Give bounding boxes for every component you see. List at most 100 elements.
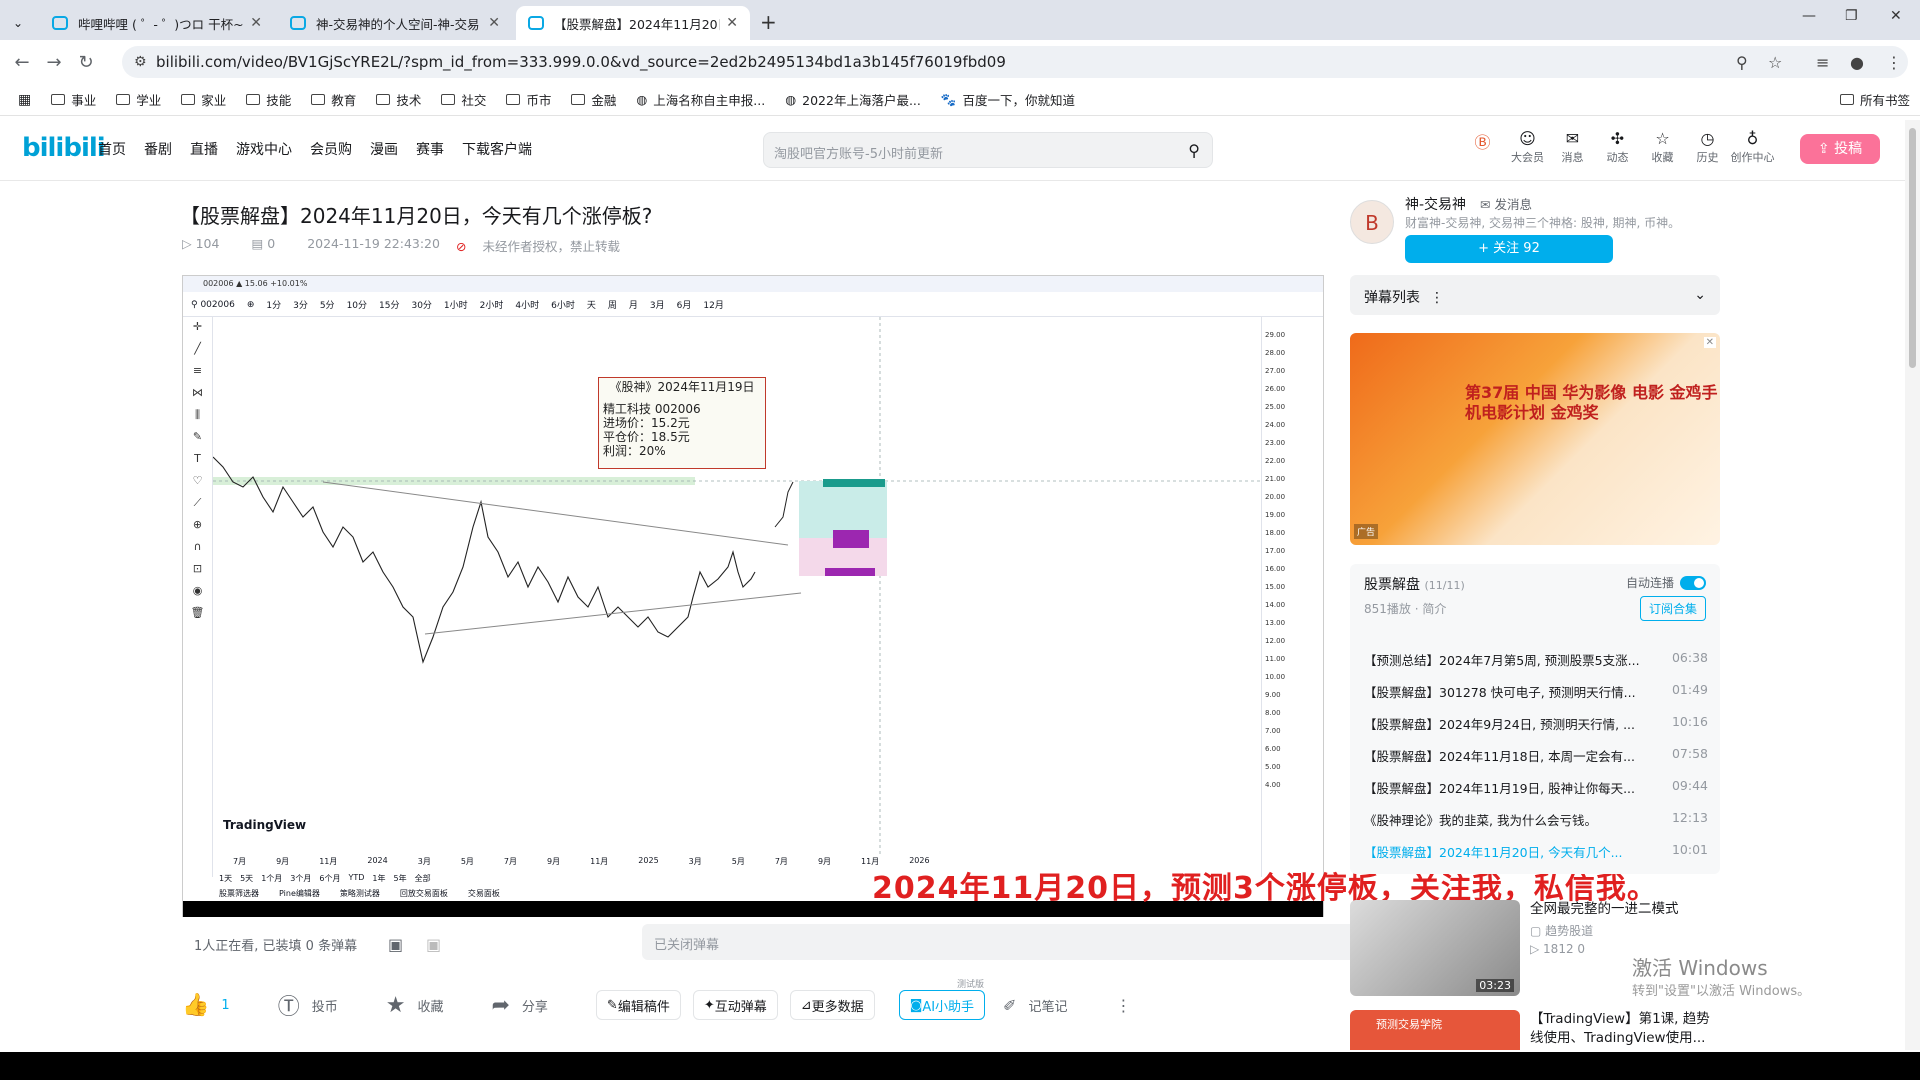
bookmark-folder[interactable]: 事业 — [51, 90, 96, 109]
close-window-icon[interactable]: ✕ — [1890, 8, 1902, 24]
new-tab-button[interactable]: + — [760, 10, 777, 34]
share-button[interactable]: ➦ 分享 — [491, 993, 547, 1018]
coin-button[interactable]: Ⓣ 投币 — [278, 989, 338, 1021]
tv-window-titlebar: 002006 ▲ 15.06 +10.01% — [183, 276, 1323, 292]
subscribe-collection-button[interactable]: 订阅合集 — [1639, 596, 1706, 621]
search-icon[interactable]: ⚲ — [1188, 141, 1200, 160]
like-button[interactable]: 👍 1 — [182, 993, 230, 1018]
close-tab-icon[interactable]: ✕ — [488, 15, 500, 31]
avatar[interactable]: Ⓑ — [1460, 129, 1505, 165]
bookmark-folder[interactable]: 金融 — [571, 90, 616, 109]
bookmark-link[interactable]: ◍ 2022年上海落户最... — [785, 90, 921, 109]
ad-banner[interactable]: 第37届 中国 华为影像 电影 金鸡手机电影计划 金鸡奖 广告 ✕ — [1350, 333, 1720, 545]
tv-mid-label — [833, 530, 869, 548]
url-field[interactable]: ⚙ bilibili.com/video/BV1GjScYRE2L/?spm_i… — [122, 46, 1908, 78]
browser-tab-1[interactable]: 哔哩哔哩 ( ゜- ゜)つロ 干杯~-bi ✕ — [40, 6, 274, 40]
forward-icon[interactable]: → — [38, 52, 70, 73]
edit-video-button[interactable]: ✎ 编辑稿件 — [595, 990, 681, 1020]
list-item[interactable]: 【股票解盘】2024年11月19日, 股神让你每天... 09:44 — [1364, 778, 1708, 797]
reading-list-icon[interactable]: ≡ — [1816, 53, 1829, 72]
rec-title[interactable]: 全网最完整的一进二模式 — [1530, 900, 1715, 919]
nav-games[interactable]: 游戏中心 — [236, 139, 292, 159]
nav-esports[interactable]: 赛事 — [416, 139, 444, 159]
tv-long-position-profit — [799, 481, 887, 538]
video-thumbnail[interactable]: 预测交易学院 — [1350, 1010, 1520, 1050]
menu-dots-icon[interactable]: ⋮ — [1886, 53, 1902, 72]
danmaku-settings-icon[interactable]: ▣ — [426, 935, 441, 954]
minimize-icon[interactable]: — — [1802, 8, 1816, 24]
bookmark-folder[interactable]: 家业 — [181, 90, 226, 109]
header-creator[interactable]: ♁ 创作中心 — [1730, 129, 1775, 165]
uploader-avatar[interactable]: B — [1350, 200, 1394, 244]
profile-avatar-icon[interactable]: ● — [1850, 53, 1864, 72]
bilibili-logo[interactable]: bilibili — [22, 133, 106, 163]
danmaku-toggle-icon[interactable]: ▣ — [388, 935, 403, 954]
user-avatar-icon: Ⓑ — [1474, 133, 1491, 152]
bookmark-folder[interactable]: 社交 — [441, 90, 486, 109]
bookmark-folder[interactable]: 币市 — [506, 90, 551, 109]
header-history[interactable]: ◷ 历史 — [1685, 129, 1730, 165]
site-info-icon[interactable]: ⚙ — [134, 54, 147, 70]
list-item[interactable]: 【股票解盘】301278 快可电子, 预测明天行情... 01:49 — [1364, 682, 1708, 701]
favorite-button[interactable]: ★ 收藏 — [386, 993, 444, 1018]
danmaku-list-toggle[interactable]: 弹幕列表 ⋮ ⌄ — [1350, 275, 1720, 315]
close-tab-icon[interactable]: ✕ — [250, 15, 262, 31]
page-scrollbar[interactable] — [1905, 120, 1920, 1050]
video-player[interactable]: 002006 ▲ 15.06 +10.01% ⚲ 002006 ⊕ 1分 3分 5分 1… — [182, 275, 1324, 917]
list-item[interactable]: 《股神理论》我的韭菜, 我为什么会亏钱。 12:13 — [1364, 810, 1708, 829]
close-tab-icon[interactable]: ✕ — [726, 15, 738, 31]
bookmark-folder[interactable]: 学业 — [116, 90, 161, 109]
nav-manga[interactable]: 漫画 — [370, 139, 398, 159]
bookmark-star-icon[interactable]: ☆ — [1768, 53, 1782, 72]
ai-assistant-button[interactable]: ◙ AI小助手 测试版 — [898, 980, 986, 1020]
back-icon[interactable]: ← — [6, 52, 38, 73]
upload-button[interactable]: ⇪ 投稿 — [1800, 134, 1880, 164]
apps-grid-icon[interactable]: ▦ — [18, 92, 31, 108]
bookmark-link[interactable]: ◍ 上海名称自主申报... — [636, 90, 765, 109]
browser-tab-2[interactable]: 神-交易神的个人空间-神-交易 ✕ — [278, 6, 512, 40]
list-item[interactable]: 【股票解盘】2024年11月18日, 本周一定会有... 07:58 — [1364, 746, 1708, 765]
follow-button[interactable]: + 关注 92 — [1405, 235, 1613, 263]
bookmark-link[interactable]: 🐾 百度一下，你就知道 — [941, 90, 1075, 109]
browser-tab-3[interactable]: 【股票解盘】2024年11月20日 ✕ — [516, 6, 750, 40]
note-button[interactable]: ✐ 记笔记 — [1003, 996, 1067, 1015]
nav-shop[interactable]: 会员购 — [310, 139, 352, 159]
bookmark-folder[interactable]: 教育 — [311, 90, 356, 109]
search-page-icon[interactable]: ⚲ — [1736, 53, 1748, 72]
tab-search-dropdown[interactable]: ⌄ — [0, 6, 36, 40]
more-data-button[interactable]: ⊿ 更多数据 — [789, 990, 875, 1020]
reload-icon[interactable]: ↻ — [70, 52, 102, 73]
autoplay-toggle[interactable]: 自动连播 — [1626, 574, 1706, 591]
message-icon: ✉ — [1565, 129, 1580, 148]
uploader-name[interactable]: 神-交易神 — [1405, 194, 1466, 214]
toggle-switch[interactable] — [1680, 575, 1706, 590]
header-feed[interactable]: ✣ 动态 — [1595, 129, 1640, 165]
folder-icon — [311, 94, 326, 105]
interactive-danmaku-button[interactable]: ✦ 互动弹幕 — [692, 990, 778, 1020]
rec-title[interactable]: 【TradingView】第1课, 趋势线使用、TradingView使用... — [1530, 1010, 1715, 1048]
bookmark-folder[interactable]: 技术 — [376, 90, 421, 109]
header-favorites[interactable]: ☆ 收藏 — [1640, 129, 1685, 165]
tv-add-icon: ⊕ — [246, 299, 255, 310]
nav-home[interactable]: 首页 — [98, 139, 126, 159]
list-item-current[interactable]: 【股票解盘】2024年11月20日, 今天有几个... 10:01 — [1364, 842, 1708, 861]
close-ad-icon[interactable]: ✕ — [1703, 337, 1716, 348]
all-bookmarks[interactable]: 所有书签 — [1839, 90, 1910, 109]
bookmark-folder[interactable]: 技能 — [246, 90, 291, 109]
list-item[interactable]: 【股票解盘】2024年9月24日, 预测明天行情, ... 10:16 — [1364, 714, 1708, 733]
nav-live[interactable]: 直播 — [190, 139, 218, 159]
crosshair-icon: ✛ — [192, 320, 203, 333]
nav-anime[interactable]: 番剧 — [144, 139, 172, 159]
video-thumbnail[interactable]: 03:23 — [1350, 900, 1520, 996]
search-input[interactable]: 淘股吧官方账号-5小时前更新 ⚲ — [763, 132, 1213, 168]
top-nav: 首页 番剧 直播 游戏中心 会员购 漫画 赛事 下载客户端 — [98, 139, 550, 159]
restore-icon[interactable]: ❐ — [1845, 8, 1858, 24]
scrollbar-thumb[interactable] — [1909, 128, 1916, 368]
more-menu[interactable]: ⋮ — [1115, 996, 1143, 1015]
send-message-link[interactable]: ✉ 发消息 — [1480, 194, 1532, 213]
recommended-video[interactable]: 预测交易学院 【TradingView】第1课, 趋势线使用、TradingVi… — [1350, 1010, 1720, 1050]
list-item[interactable]: 【预测总结】2024年7月第5周, 预测股票5支涨... 06:38 — [1364, 650, 1708, 669]
header-message[interactable]: ✉ 消息 — [1550, 129, 1595, 165]
header-vip[interactable]: ☺ 大会员 — [1505, 129, 1550, 165]
nav-download[interactable]: 下载客户端 — [462, 139, 532, 159]
